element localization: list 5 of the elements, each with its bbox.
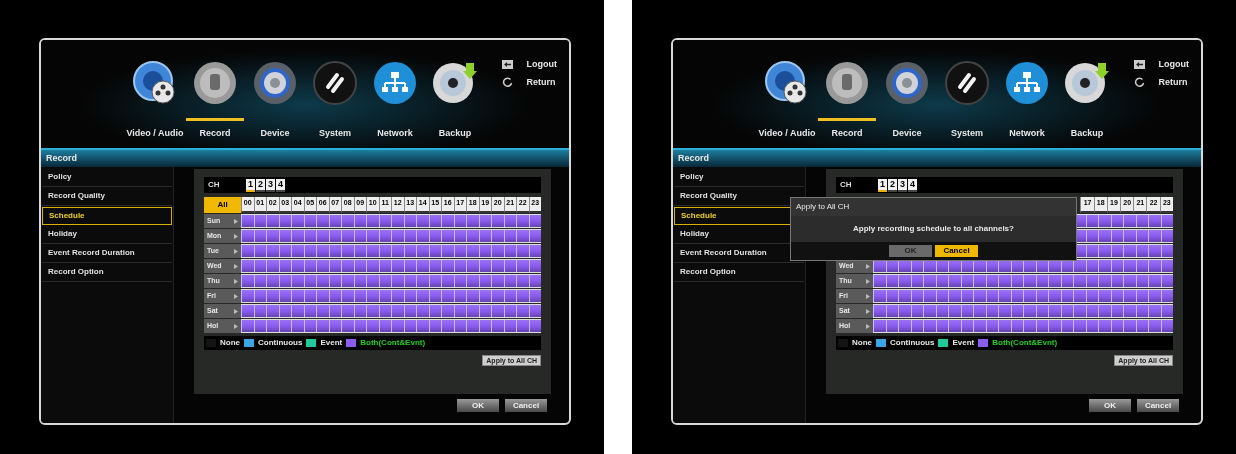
channel-bar: CH 1 2 3 4 [836, 177, 1173, 193]
dialog-message: Apply recording schedule to all channels? [853, 223, 1014, 235]
section-title-bar: Record [41, 148, 569, 167]
section-title-bar: Record [673, 148, 1201, 167]
channel-bar: CH 1 2 3 4 [204, 177, 541, 193]
